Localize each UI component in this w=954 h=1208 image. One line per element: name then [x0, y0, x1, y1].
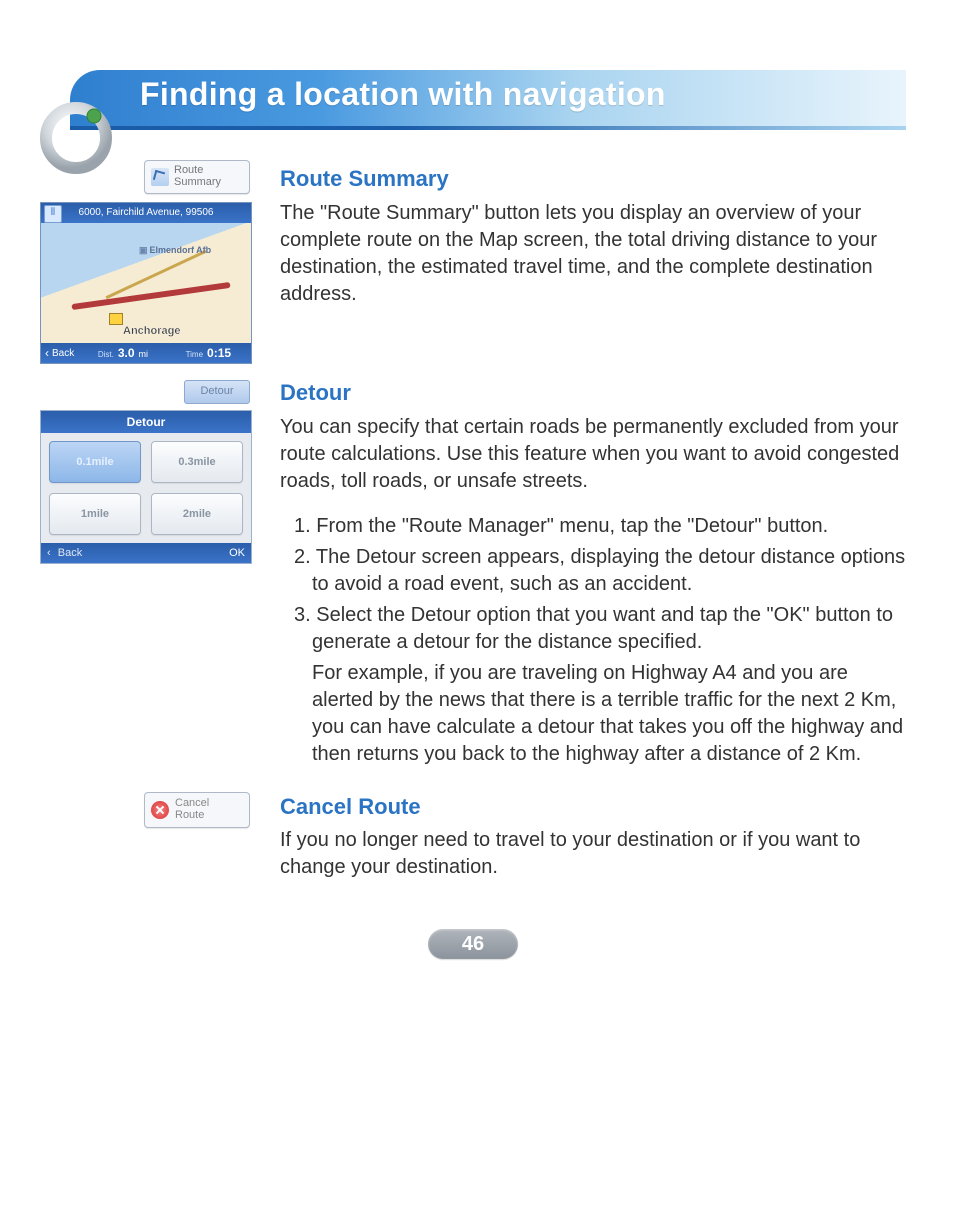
page-header: Finding a location with navigation: [40, 40, 906, 130]
detour-button: Detour: [184, 380, 250, 404]
detour-ok-button: OK: [229, 547, 245, 559]
cancel-route-graphic: Cancel Route: [40, 788, 250, 900]
detour-text: Detour You can specify that certain road…: [280, 374, 906, 768]
page-title: Finding a location with navigation: [140, 76, 666, 113]
detour-step-1: 1. From the "Route Manager" menu, tap th…: [294, 513, 906, 540]
detour-back-label: Back: [58, 547, 82, 559]
chevron-left-icon: ‹: [47, 547, 51, 559]
map-time: Time 0:15: [166, 346, 251, 360]
map-distance-unit: mi: [139, 349, 149, 359]
header-ring-icon: [40, 102, 112, 174]
map-label-elmendorf: Elmendorf Afb: [139, 245, 211, 256]
detour-step-3: 3. Select the Detour option that you wan…: [294, 602, 906, 656]
detour-intro: You can specify that certain roads be pe…: [280, 414, 906, 495]
detour-graphic: Detour Detour 0.1mile 0.3mile 1mile 2mil…: [40, 374, 250, 768]
map-time-label: Time: [186, 350, 203, 359]
page-number: 46: [428, 929, 518, 959]
detour-option-3: 2mile: [151, 493, 243, 535]
cancel-icon: [151, 801, 169, 819]
gps-icon: ⦀: [44, 205, 62, 223]
page: Finding a location with navigation Route…: [0, 0, 954, 999]
route-summary-screenshot: ⦀ 6000, Fairchild Avenue, 99506 − + Elme…: [40, 202, 252, 364]
cancel-route-heading: Cancel Route: [280, 792, 906, 822]
map-label-anchorage: Anchorage: [123, 325, 180, 337]
detour-options-grid: 0.1mile 0.3mile 1mile 2mile: [41, 433, 251, 543]
chevron-left-icon: ‹: [45, 346, 49, 360]
cancel-route-body: If you no longer need to travel to your …: [280, 827, 906, 881]
detour-heading: Detour: [280, 378, 906, 408]
route-summary-button: Route Summary: [144, 160, 250, 194]
route-summary-graphic: Route Summary ⦀ 6000, Fairchild Avenue, …: [40, 160, 250, 364]
detour-option-0: 0.1mile: [49, 441, 141, 483]
route-summary-body: The "Route Summary" button lets you disp…: [280, 200, 906, 308]
section-cancel-route: Cancel Route Cancel Route If you no long…: [40, 788, 906, 900]
map-address-bar: ⦀ 6000, Fairchild Avenue, 99506 − +: [41, 203, 251, 223]
route-summary-heading: Route Summary: [280, 164, 906, 194]
map-address: 6000, Fairchild Avenue, 99506: [79, 207, 214, 218]
cancel-route-text: Cancel Route If you no longer need to tr…: [280, 788, 906, 900]
section-detour: Detour Detour 0.1mile 0.3mile 1mile 2mil…: [40, 374, 906, 768]
map-back-button: ‹ Back: [41, 346, 80, 360]
cancel-route-button-label: Cancel Route: [175, 798, 209, 821]
route-summary-icon: [151, 168, 169, 186]
map-canvas: Elmendorf Afb Anchorage: [41, 223, 251, 343]
detour-screenshot: Detour 0.1mile 0.3mile 1mile 2mile ‹ Bac…: [40, 410, 252, 564]
cancel-route-button: Cancel Route: [144, 792, 250, 828]
map-status-bar: ‹ Back Dist. 3.0 mi Time 0:15: [41, 343, 251, 363]
detour-panel-title: Detour: [41, 411, 251, 433]
section-route-summary: Route Summary ⦀ 6000, Fairchild Avenue, …: [40, 160, 906, 364]
map-flag-icon: [109, 313, 123, 325]
map-time-value: 0:15: [207, 346, 231, 360]
map-route-line: [71, 282, 230, 310]
detour-step-2: 2. The Detour screen appears, displaying…: [294, 544, 906, 598]
detour-back-button: ‹ Back: [47, 547, 82, 559]
detour-option-1: 0.3mile: [151, 441, 243, 483]
route-summary-button-label: Route Summary: [174, 165, 221, 188]
detour-step-3-example: For example, if you are traveling on Hig…: [312, 660, 906, 768]
detour-option-2: 1mile: [49, 493, 141, 535]
route-summary-text: Route Summary The "Route Summary" button…: [280, 160, 906, 364]
detour-footer: ‹ Back OK: [41, 543, 251, 563]
map-distance-label: Dist.: [98, 350, 114, 359]
map-distance-value: 3.0: [118, 346, 135, 360]
map-back-label: Back: [52, 348, 74, 359]
map-distance: Dist. 3.0 mi: [80, 346, 165, 360]
